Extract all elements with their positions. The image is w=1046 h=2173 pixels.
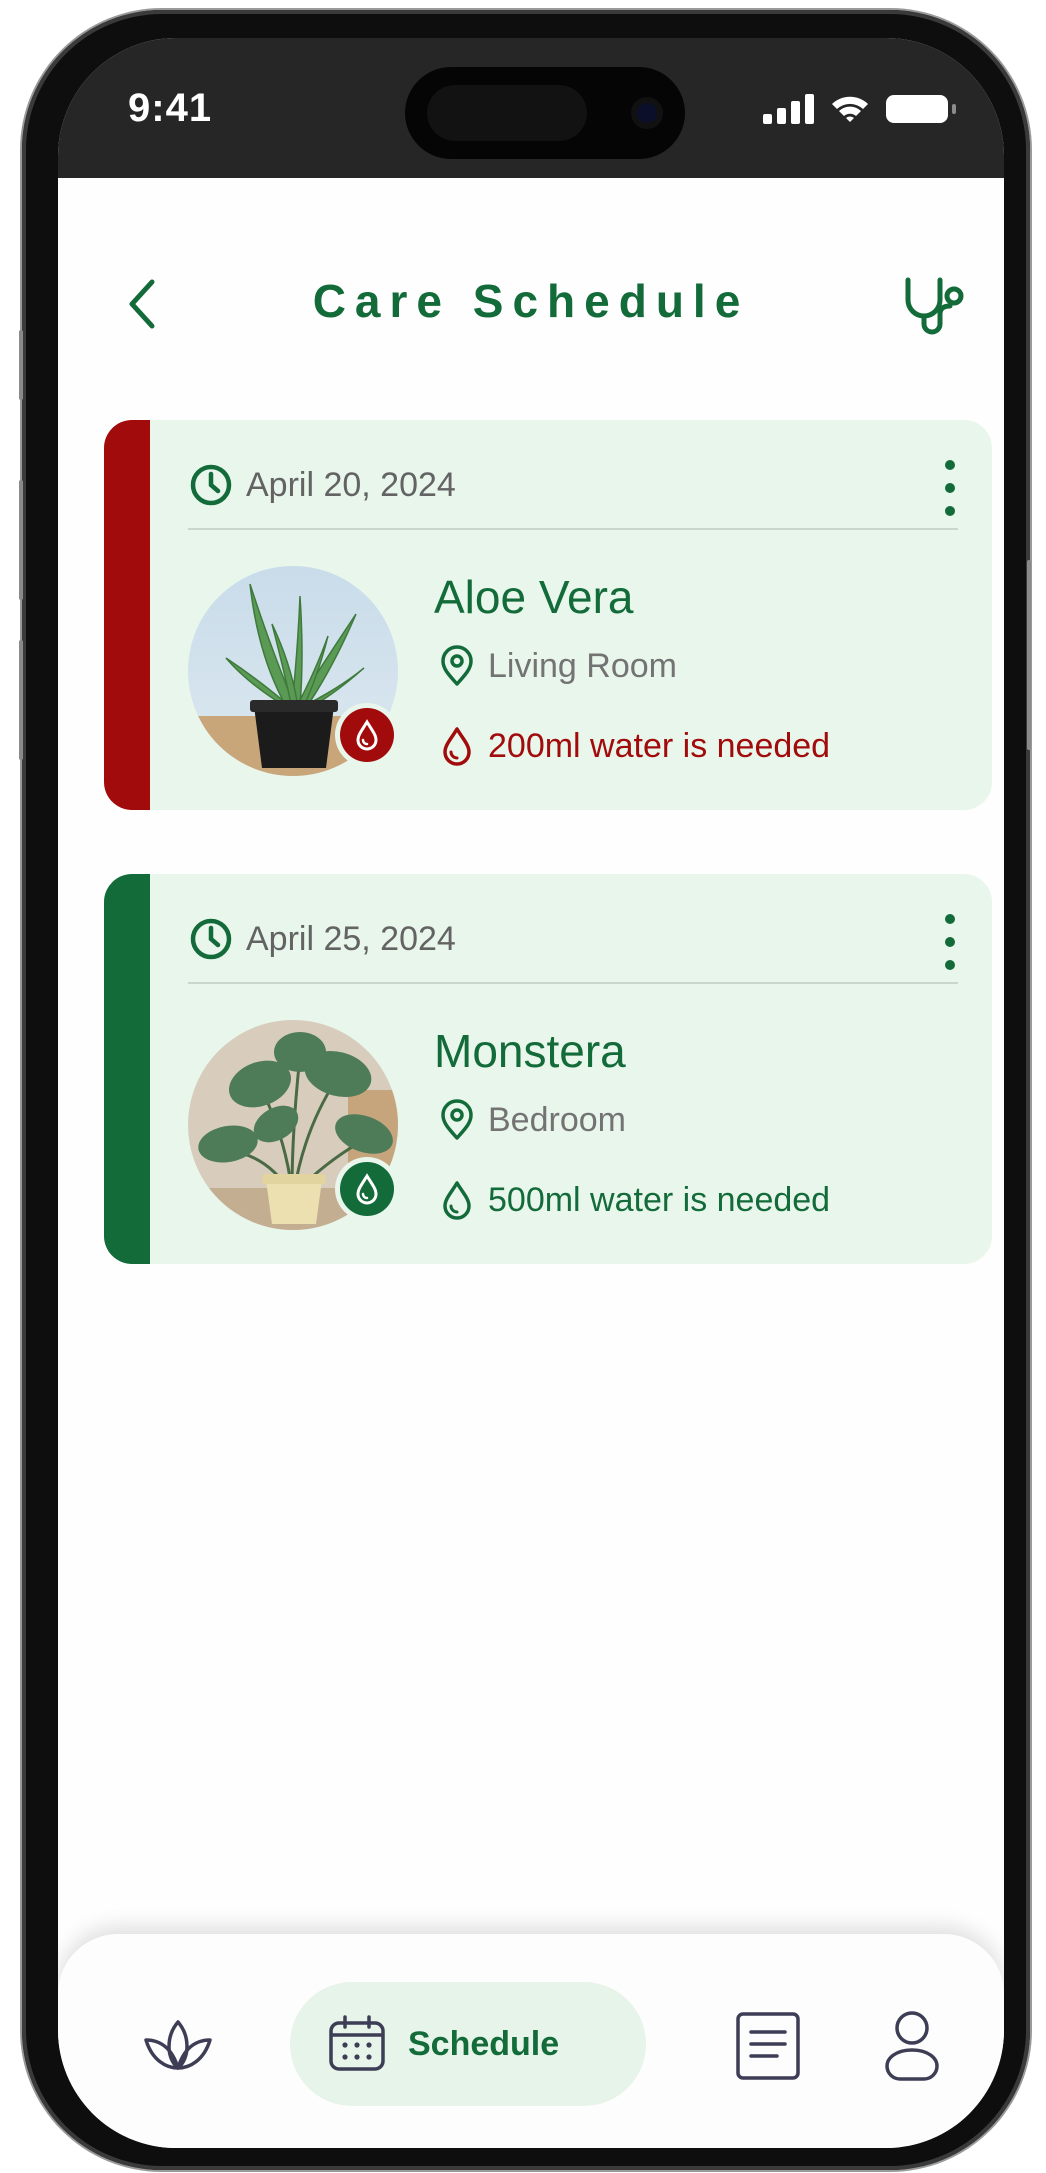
water-requirement-row: 500ml water is needed: [438, 1179, 830, 1221]
water-drop-icon: [356, 719, 378, 751]
stethoscope-icon[interactable]: [900, 274, 970, 338]
wifi-icon: [832, 96, 868, 122]
schedule-card[interactable]: April 20, 2024 Aloe Vera Living Room 200…: [104, 420, 992, 810]
action-button: [19, 330, 23, 400]
nav-schedule[interactable]: Schedule: [290, 1982, 646, 2106]
water-drop-icon: [443, 1181, 471, 1220]
water-requirement-row: 200ml water is needed: [438, 725, 830, 767]
island-sensor: [427, 85, 587, 141]
battery-icon: [886, 95, 956, 123]
schedule-card[interactable]: April 25, 2024 Monstera Bedroom 500ml wa…: [104, 874, 992, 1264]
page-title: Care Schedule: [312, 275, 750, 327]
lotus-icon: [144, 2020, 212, 2070]
nav-schedule-label: Schedule: [408, 2024, 560, 2063]
app-screen: 9:41 Care Schedule April 20, 2024 Aloe V…: [58, 38, 1004, 2148]
status-bar-indicator: [104, 874, 150, 1264]
nav-notes[interactable]: [718, 1996, 818, 2096]
more-options-icon[interactable]: [938, 460, 962, 516]
plant-location: Bedroom: [488, 1100, 626, 1139]
date-row: April 25, 2024: [188, 916, 456, 962]
date-row: April 20, 2024: [188, 462, 456, 508]
more-options-icon[interactable]: [938, 914, 962, 970]
water-drop-badge: [340, 708, 394, 762]
clock-icon: [190, 918, 232, 960]
water-requirement: 200ml water is needed: [488, 726, 831, 765]
plant-name: Aloe Vera: [434, 571, 634, 623]
clock-icon: [190, 464, 232, 506]
status-bar: 9:41: [58, 38, 1004, 178]
status-bar-indicator: [104, 420, 150, 810]
water-requirement: 500ml water is needed: [488, 1180, 831, 1219]
header: Care Schedule: [58, 178, 1004, 335]
volume-up-button: [19, 480, 23, 600]
calendar-icon: [329, 2015, 385, 2071]
nav-profile[interactable]: [862, 1992, 962, 2100]
document-icon: [736, 2012, 800, 2080]
front-camera-icon: [631, 97, 663, 129]
nav-plants[interactable]: [128, 1996, 228, 2096]
water-drop-icon: [356, 1173, 378, 1205]
divider: [188, 528, 958, 530]
divider: [188, 982, 958, 984]
location-row: Bedroom: [438, 1099, 626, 1141]
water-drop-badge: [340, 1162, 394, 1216]
location-pin-icon: [441, 645, 473, 686]
water-drop-icon: [443, 727, 471, 766]
volume-down-button: [19, 640, 23, 760]
status-time: 9:41: [128, 86, 213, 130]
plant-name: Monstera: [434, 1025, 626, 1077]
user-icon: [885, 2011, 939, 2081]
location-row: Living Room: [438, 645, 677, 687]
power-button: [1027, 560, 1031, 750]
schedule-date: April 20, 2024: [246, 465, 456, 504]
schedule-date: April 25, 2024: [246, 919, 456, 958]
status-icons: [763, 94, 956, 124]
dynamic-island: [405, 67, 685, 159]
location-pin-icon: [441, 1099, 473, 1140]
bottom-navigation: Schedule: [58, 1934, 1004, 2148]
cellular-signal-icon: [763, 94, 814, 124]
plant-location: Living Room: [488, 646, 677, 685]
